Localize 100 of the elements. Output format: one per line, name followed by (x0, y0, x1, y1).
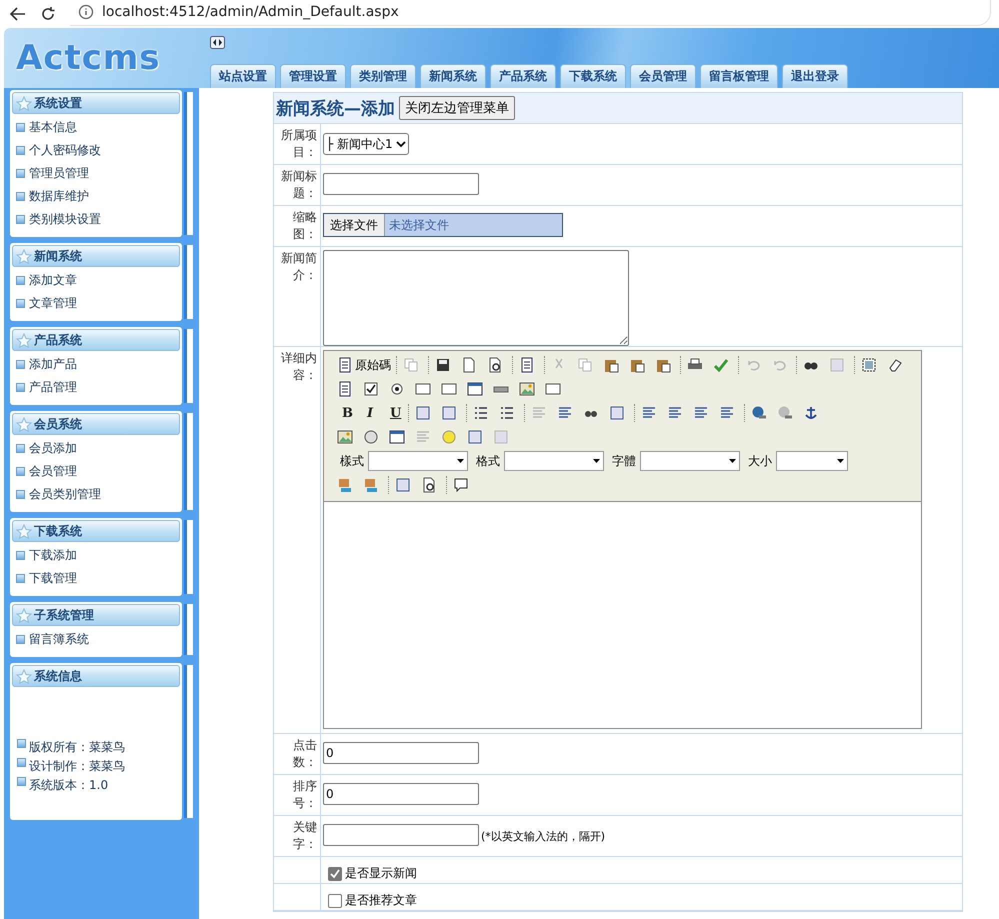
toolbar-dropdown[interactable] (776, 451, 848, 471)
paste-icon[interactable] (629, 357, 645, 373)
sidebar-link[interactable]: 下载管理 (12, 567, 180, 590)
sidebar-link[interactable]: 管理员管理 (12, 162, 180, 185)
info-icon (78, 4, 94, 20)
star-icon (16, 608, 32, 622)
toolbar-label: 大小 (748, 452, 772, 470)
template-icon[interactable] (337, 381, 353, 397)
toolbar-label: 字體 (612, 452, 636, 470)
spell-icon[interactable] (713, 357, 729, 373)
nav-tab[interactable]: 类别管理 (350, 64, 416, 88)
dropdown-arrow-icon (593, 459, 600, 463)
dropdown-arrow-icon (729, 459, 736, 463)
sidebar-link[interactable]: 添加产品 (12, 353, 180, 376)
nav-tab[interactable]: 管理设置 (280, 64, 346, 88)
toolbar-dropdown[interactable] (368, 451, 468, 471)
table-icon[interactable] (389, 429, 405, 445)
radio-icon[interactable] (389, 381, 405, 397)
sidebar-link[interactable]: 会员添加 (12, 437, 180, 460)
address-bar[interactable]: localhost:4512/admin/Admin_Default.aspx (70, 0, 991, 26)
nav-tab[interactable]: 产品系统 (490, 64, 556, 88)
format-button[interactable]: I (360, 403, 380, 423)
panel-header: 会员系统 (12, 413, 180, 435)
checkbox-label: 是否推荐文章 (345, 892, 417, 909)
page-title: 新闻系统—添加 (276, 98, 395, 120)
sidebar-link[interactable]: 下载添加 (12, 544, 180, 567)
toolbar-dropdown[interactable] (640, 451, 740, 471)
sidebar-link[interactable]: 数据库维护 (12, 185, 180, 208)
source-button[interactable]: 原始碼 (336, 355, 392, 375)
field-label: 详细内容： (280, 350, 317, 384)
sidebar-link[interactable]: 留言簿系统 (12, 628, 180, 651)
field-icon[interactable] (441, 381, 457, 397)
field-note: (*以英文输入法的，隔开) (481, 829, 606, 844)
sidebar-link[interactable]: 产品管理 (12, 376, 180, 399)
sidebar-link[interactable]: 添加文章 (12, 269, 180, 292)
format-button[interactable]: B (336, 403, 356, 423)
sidebar-link[interactable]: 基本信息 (12, 116, 180, 139)
eraser-icon[interactable] (887, 357, 903, 373)
check-icon[interactable] (363, 381, 379, 397)
collapse-toggle-icon[interactable] (210, 36, 225, 49)
sidebar-link[interactable]: 会员类别管理 (12, 483, 180, 506)
dropdown-arrow-icon (457, 459, 464, 463)
page-icon[interactable] (461, 357, 477, 373)
input-field[interactable]: 0 (323, 783, 479, 805)
checkbox[interactable] (328, 894, 342, 908)
info-text: 版权所有：菜菜鸟 (29, 739, 125, 756)
nav-tab[interactable]: 站点设置 (210, 64, 276, 88)
category-select[interactable]: ├ 新闻中心1 (323, 133, 409, 155)
summary-field[interactable] (323, 250, 629, 346)
globe-icon[interactable] (777, 405, 793, 421)
template-icon[interactable] (519, 357, 535, 373)
checkbox[interactable] (328, 866, 342, 880)
choose-file-button[interactable]: 选择文件 (324, 214, 385, 236)
field-icon[interactable] (545, 381, 561, 397)
rich-text-editor[interactable]: 原始碼 B I U 樣式 格式 字體 大小 (323, 350, 922, 729)
input-field[interactable] (323, 173, 479, 195)
template-icon[interactable] (337, 357, 353, 373)
anchor-icon[interactable] (803, 405, 819, 421)
save-icon[interactable] (435, 357, 451, 373)
star-icon (16, 248, 32, 264)
chevron-icon (396, 140, 406, 148)
field-icon[interactable] (415, 381, 431, 397)
file-field[interactable]: 选择文件 未选择文件 (323, 213, 563, 237)
help-icon[interactable] (453, 477, 469, 493)
toolbar-dropdown[interactable] (504, 451, 604, 471)
sidebar-link[interactable]: 个人密码修改 (12, 139, 180, 162)
close-menu-button[interactable]: 关闭左边管理菜单 (399, 96, 515, 120)
nav-tab[interactable]: 退出登录 (782, 64, 848, 88)
format-button[interactable]: U (384, 403, 404, 423)
list-icon[interactable] (499, 405, 515, 421)
reload-icon[interactable] (40, 6, 56, 22)
nav-tab[interactable]: 下载系统 (560, 64, 626, 88)
nav-tab[interactable]: 新闻系统 (420, 64, 486, 88)
star-icon (16, 96, 32, 110)
paste-icon[interactable] (603, 357, 619, 373)
globe-icon[interactable] (751, 405, 767, 421)
toolbar-label: 格式 (476, 452, 500, 470)
paste-icon[interactable] (655, 357, 671, 373)
selectall-icon[interactable] (861, 357, 877, 373)
input-field[interactable]: 0 (323, 742, 479, 764)
star-icon (16, 524, 32, 538)
input-field[interactable] (323, 824, 479, 846)
star-icon (16, 668, 32, 684)
image-icon[interactable] (337, 429, 353, 445)
panel-header: 系统信息 (12, 665, 180, 687)
star-icon (16, 416, 32, 432)
nav-tab[interactable]: 会员管理 (630, 64, 696, 88)
back-icon[interactable] (10, 7, 26, 21)
sidebar-link[interactable]: 会员管理 (12, 460, 180, 483)
image-icon[interactable] (519, 381, 535, 397)
nav-tab[interactable]: 留言板管理 (700, 64, 778, 88)
logo: Actcms (16, 38, 161, 78)
sidebar-link[interactable]: 文章管理 (12, 292, 180, 315)
sidebar-link[interactable]: 类别模块设置 (12, 208, 180, 231)
list-icon[interactable] (473, 405, 489, 421)
info-text: 设计制作：菜菜鸟 (29, 758, 125, 775)
flash-icon[interactable] (363, 429, 379, 445)
table-icon[interactable] (467, 381, 483, 397)
info-text: 系统版本：1.0 (29, 777, 108, 794)
panel-header: 产品系统 (12, 329, 180, 351)
